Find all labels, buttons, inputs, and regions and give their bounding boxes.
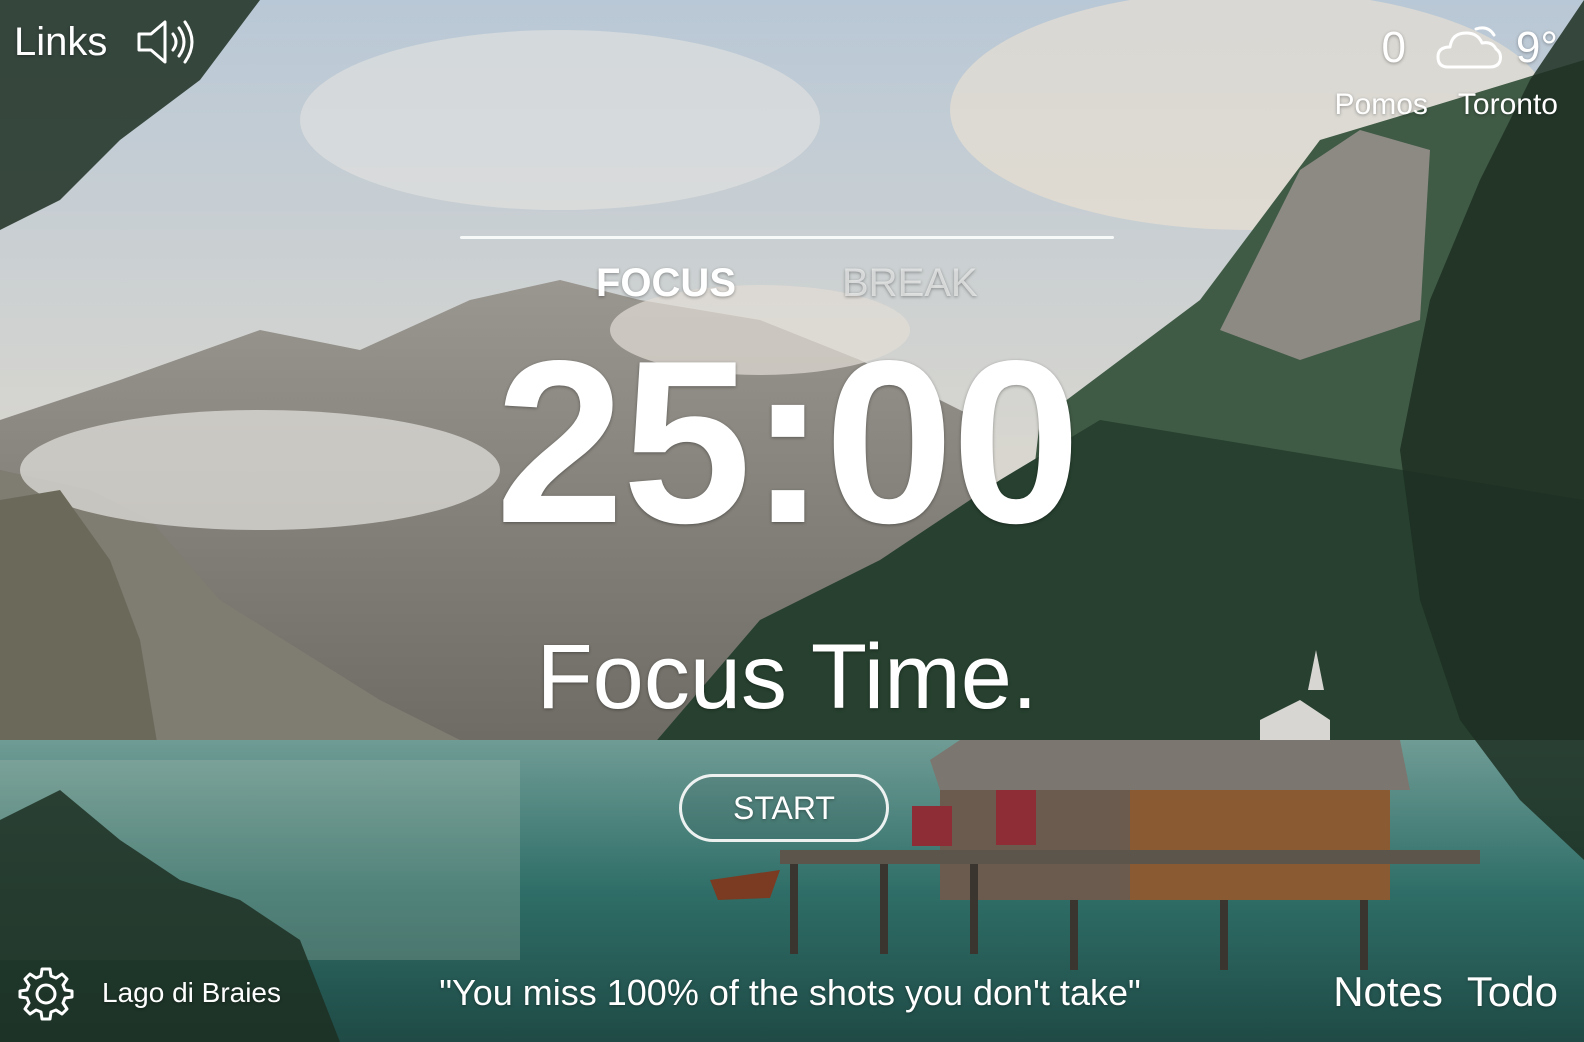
start-button-label: START [733,789,835,826]
weather-row: 0 9° [1335,20,1558,76]
temperature: 9° [1515,23,1558,72]
app-root: Links 0 9° Pomos Toronto FOCUS BREAK 25:… [0,0,1584,1042]
top-right-status: 0 9° Pomos Toronto [1335,20,1558,122]
top-left-toolbar: Links [14,16,197,68]
tab-divider-line [460,236,1114,239]
gear-icon[interactable] [18,965,74,1021]
city-label[interactable]: Toronto [1458,88,1558,122]
pomos-label: Pomos [1334,88,1428,121]
speaker-volume-icon[interactable] [135,16,197,68]
bottom-left-bar: Lago di Braies [18,965,281,1021]
timer-display: 25:00 [495,313,1080,572]
timer-mode-tabs: FOCUS BREAK [460,258,1114,308]
tab-break[interactable]: BREAK [842,258,978,308]
location-label[interactable]: Lago di Braies [102,977,281,1009]
notes-button[interactable]: Notes [1333,966,1443,1018]
pomo-count: 0 [1381,23,1406,72]
links-button[interactable]: Links [14,16,107,68]
bottom-right-links: Notes Todo [1333,966,1558,1018]
todo-button[interactable]: Todo [1467,966,1558,1018]
cloud-icon [1436,26,1502,69]
timer-status-text: Focus Time. [536,626,1038,728]
status-labels: Pomos Toronto [1335,88,1558,122]
tab-focus[interactable]: FOCUS [596,258,736,308]
start-button[interactable]: START [679,774,889,842]
quote-text: "You miss 100% of the shots you don't ta… [439,972,1141,1013]
